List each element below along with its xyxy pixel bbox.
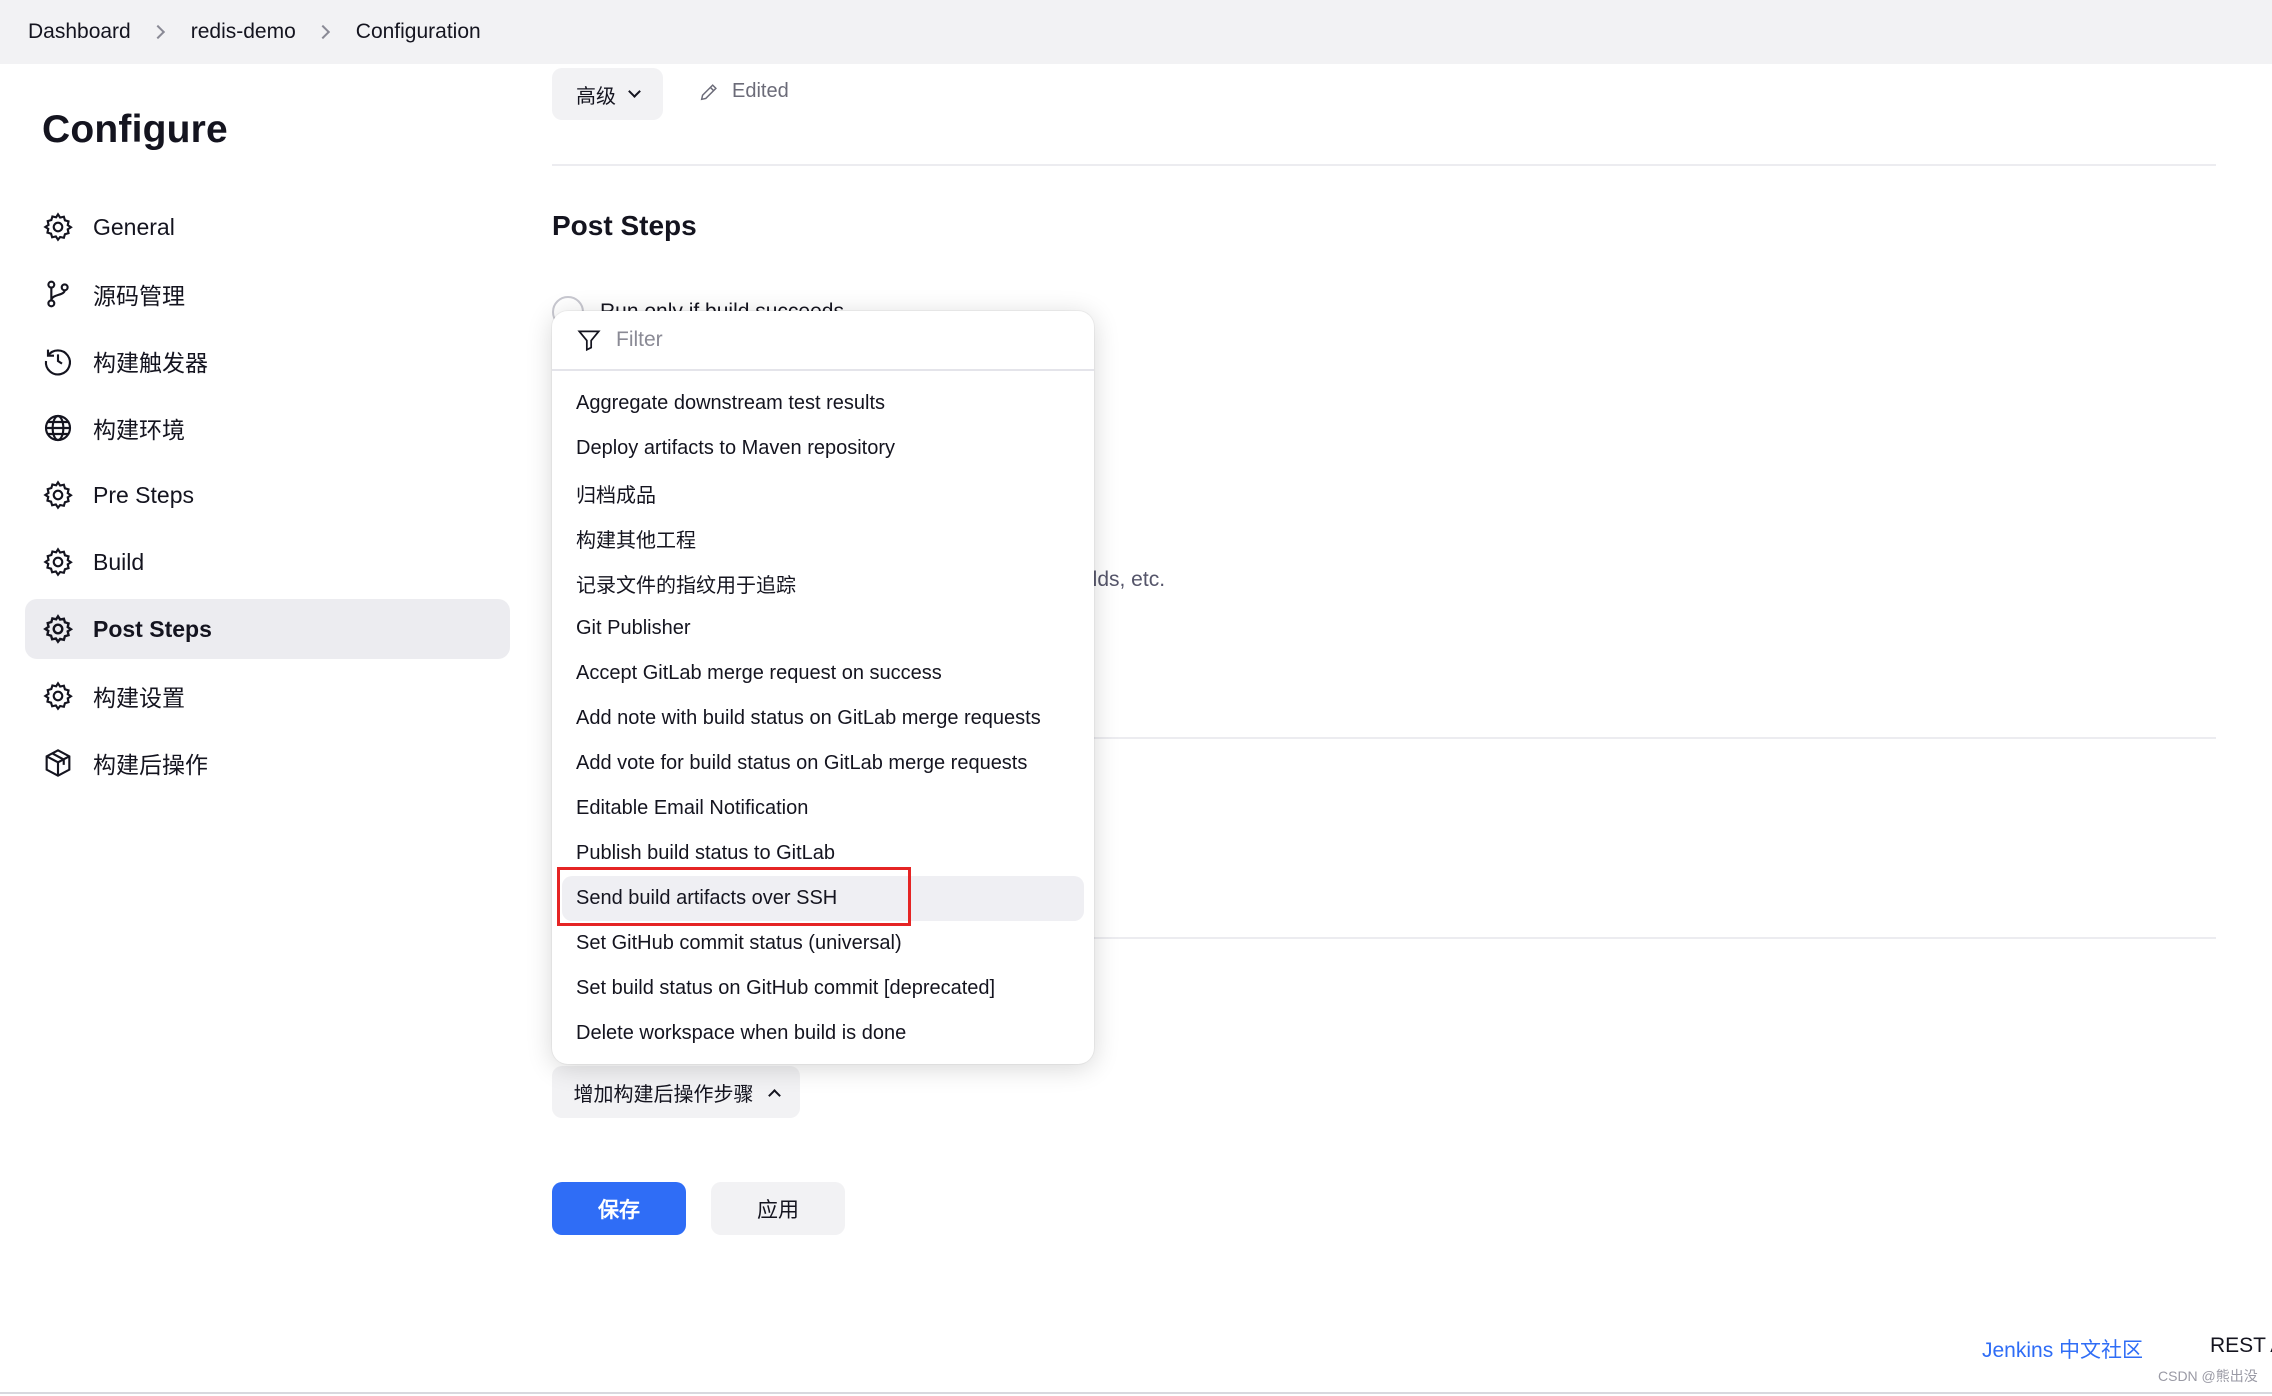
menu-item-publish-gitlab-status[interactable]: Publish build status to GitLab [562, 831, 1084, 876]
menu-item-git-publisher[interactable]: Git Publisher [562, 606, 1084, 651]
add-post-build-step-button[interactable]: 增加构建后操作步骤 [552, 1066, 800, 1118]
advanced-dropdown-button[interactable]: 高级 [552, 68, 663, 120]
filter-row [552, 311, 1094, 371]
chevron-up-icon [767, 1088, 781, 1102]
edited-label: Edited [732, 80, 789, 102]
add-post-build-label: 增加构建后操作步骤 [573, 1083, 754, 1106]
bottom-border [0, 1392, 2272, 1394]
pencil-icon [700, 83, 717, 100]
menu-item-github-commit-deprecated[interactable]: Set build status on GitHub commit [depre… [562, 966, 1084, 1011]
section-title: Post Steps [552, 210, 697, 241]
gear-icon [41, 612, 75, 646]
breadcrumb-configuration[interactable]: Configuration [356, 20, 481, 44]
sidebar: General 源码管理 构建触发器 构建环境 Pre Steps Build [25, 197, 510, 800]
menu-item-record-fingerprints[interactable]: 记录文件的指纹用于追踪 [562, 561, 1084, 606]
page-title: Configure [42, 108, 228, 151]
save-button[interactable]: 保存 [552, 1182, 686, 1235]
sidebar-item-label: Build [93, 548, 145, 575]
package-icon [41, 746, 75, 780]
menu-item-archive-artifacts[interactable]: 归档成品 [562, 471, 1084, 516]
sidebar-item-build-settings[interactable]: 构建设置 [25, 666, 510, 726]
breadcrumb-project[interactable]: redis-demo [191, 20, 296, 44]
post-build-step-menu: Aggregate downstream test results Deploy… [552, 311, 1094, 1064]
sidebar-item-post-build-actions[interactable]: 构建后操作 [25, 733, 510, 793]
sidebar-item-label: 源码管理 [93, 283, 185, 309]
sidebar-item-label: 构建环境 [93, 417, 185, 443]
chevron-right-icon [150, 24, 165, 40]
sidebar-item-build[interactable]: Build [25, 532, 510, 592]
menu-item-deploy-maven[interactable]: Deploy artifacts to Maven repository [562, 426, 1084, 471]
sidebar-item-label: Pre Steps [93, 481, 194, 508]
apply-button[interactable]: 应用 [711, 1182, 845, 1235]
menu-item-build-other-projects[interactable]: 构建其他工程 [562, 516, 1084, 561]
globe-icon [41, 411, 75, 445]
sidebar-item-label: 构建后操作 [93, 752, 208, 778]
filter-icon [577, 330, 601, 352]
divider [552, 164, 2216, 166]
menu-item-send-artifacts-ssh[interactable]: Send build artifacts over SSH [562, 876, 1084, 921]
watermark: CSDN @熊出没 [2158, 1368, 2258, 1384]
edited-indicator: Edited [698, 80, 789, 103]
gear-icon [41, 478, 75, 512]
sidebar-item-label: General [93, 213, 175, 240]
sidebar-item-pre-steps[interactable]: Pre Steps [25, 465, 510, 525]
menu-item-github-commit-status[interactable]: Set GitHub commit status (universal) [562, 921, 1084, 966]
partial-description-text: ilds, etc. [1088, 568, 1166, 591]
menu-item-editable-email[interactable]: Editable Email Notification [562, 786, 1084, 831]
gear-icon [41, 679, 75, 713]
gear-icon [41, 210, 75, 244]
breadcrumb-dashboard[interactable]: Dashboard [28, 20, 131, 44]
rest-api-link[interactable]: REST A [2210, 1334, 2272, 1358]
source-branch-icon [41, 277, 75, 311]
sidebar-item-post-steps[interactable]: Post Steps [25, 599, 510, 659]
breadcrumb: Dashboard redis-demo Configuration [0, 0, 2272, 64]
chevron-right-icon [315, 24, 330, 40]
clock-trigger-icon [41, 344, 75, 378]
sidebar-item-source-control[interactable]: 源码管理 [25, 264, 510, 324]
menu-item-aggregate-test-results[interactable]: Aggregate downstream test results [562, 381, 1084, 426]
filter-input[interactable] [616, 328, 1056, 352]
sidebar-item-label: 构建设置 [93, 685, 185, 711]
sidebar-item-build-environment[interactable]: 构建环境 [25, 398, 510, 458]
chevron-down-icon [628, 85, 641, 98]
menu-item-delete-workspace[interactable]: Delete workspace when build is done [562, 1011, 1084, 1056]
menu-item-accept-gitlab-mr[interactable]: Accept GitLab merge request on success [562, 651, 1084, 696]
menu-list: Aggregate downstream test results Deploy… [552, 371, 1094, 1056]
sidebar-item-general[interactable]: General [25, 197, 510, 257]
gear-icon [41, 545, 75, 579]
advanced-label: 高级 [576, 85, 616, 108]
menu-item-gitlab-mr-vote[interactable]: Add vote for build status on GitLab merg… [562, 741, 1084, 786]
sidebar-item-label: 构建触发器 [93, 350, 208, 376]
sidebar-item-build-triggers[interactable]: 构建触发器 [25, 331, 510, 391]
sidebar-item-label: Post Steps [93, 615, 212, 642]
menu-item-gitlab-mr-note[interactable]: Add note with build status on GitLab mer… [562, 696, 1084, 741]
jenkins-community-link[interactable]: Jenkins 中文社区 [1982, 1334, 2143, 1364]
